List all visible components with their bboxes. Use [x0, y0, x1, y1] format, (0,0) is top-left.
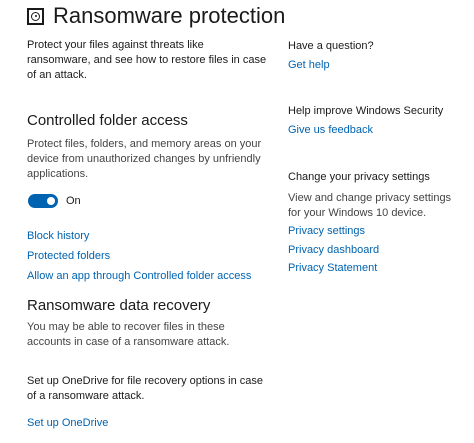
- intro-line: Protect your files against threats like: [27, 39, 204, 51]
- description-line: device from unauthorized changes by unfr…: [27, 153, 261, 165]
- privacy-description: View and change privacy settings for you…: [288, 191, 451, 221]
- controlled-folder-access-description: Protect files, folders, and memory areas…: [27, 137, 261, 182]
- onedrive-description: Set up OneDrive for file recovery option…: [27, 374, 263, 404]
- controlled-folder-access-heading: Controlled folder access: [27, 112, 188, 129]
- data-recovery-description: You may be able to recover files in thes…: [27, 320, 229, 350]
- description-line: for your Windows 10 device.: [288, 207, 427, 219]
- intro-text: Protect your files against threats like …: [27, 38, 266, 83]
- description-line: applications.: [27, 168, 89, 180]
- page-header: Ransomware protection: [27, 3, 285, 29]
- privacy-heading: Change your privacy settings: [288, 171, 430, 183]
- data-recovery-heading: Ransomware data recovery: [27, 297, 211, 314]
- toggle-knob: [47, 197, 55, 205]
- give-feedback-link[interactable]: Give us feedback: [288, 123, 373, 137]
- description-line: You may be able to recover files in thes…: [27, 321, 225, 333]
- protected-folders-link[interactable]: Protected folders: [27, 249, 110, 263]
- controlled-folder-access-toggle[interactable]: [28, 194, 58, 208]
- description-line: Protect files, folders, and memory areas…: [27, 138, 262, 150]
- toggle-state-label: On: [66, 195, 81, 207]
- description-line: View and change privacy settings: [288, 192, 452, 204]
- intro-line: ransomware, and see how to restore files…: [27, 54, 267, 66]
- allow-app-link[interactable]: Allow an app through Controlled folder a…: [27, 269, 251, 283]
- description-line: of a ransomware attack.: [27, 390, 145, 402]
- block-history-link[interactable]: Block history: [27, 229, 89, 243]
- ransomware-shield-icon: [27, 7, 44, 25]
- description-line: Set up OneDrive for file recovery option…: [27, 375, 264, 387]
- privacy-statement-link[interactable]: Privacy Statement: [288, 261, 377, 275]
- setup-onedrive-link[interactable]: Set up OneDrive: [27, 416, 108, 430]
- description-line: accounts in case of a ransomware attack.: [27, 336, 230, 348]
- privacy-dashboard-link[interactable]: Privacy dashboard: [288, 243, 379, 257]
- intro-line: of an attack.: [27, 69, 87, 81]
- page-title: Ransomware protection: [53, 3, 286, 28]
- question-heading: Have a question?: [288, 40, 374, 52]
- improve-heading: Help improve Windows Security: [288, 105, 444, 117]
- privacy-settings-link[interactable]: Privacy settings: [288, 224, 365, 238]
- get-help-link[interactable]: Get help: [288, 58, 330, 72]
